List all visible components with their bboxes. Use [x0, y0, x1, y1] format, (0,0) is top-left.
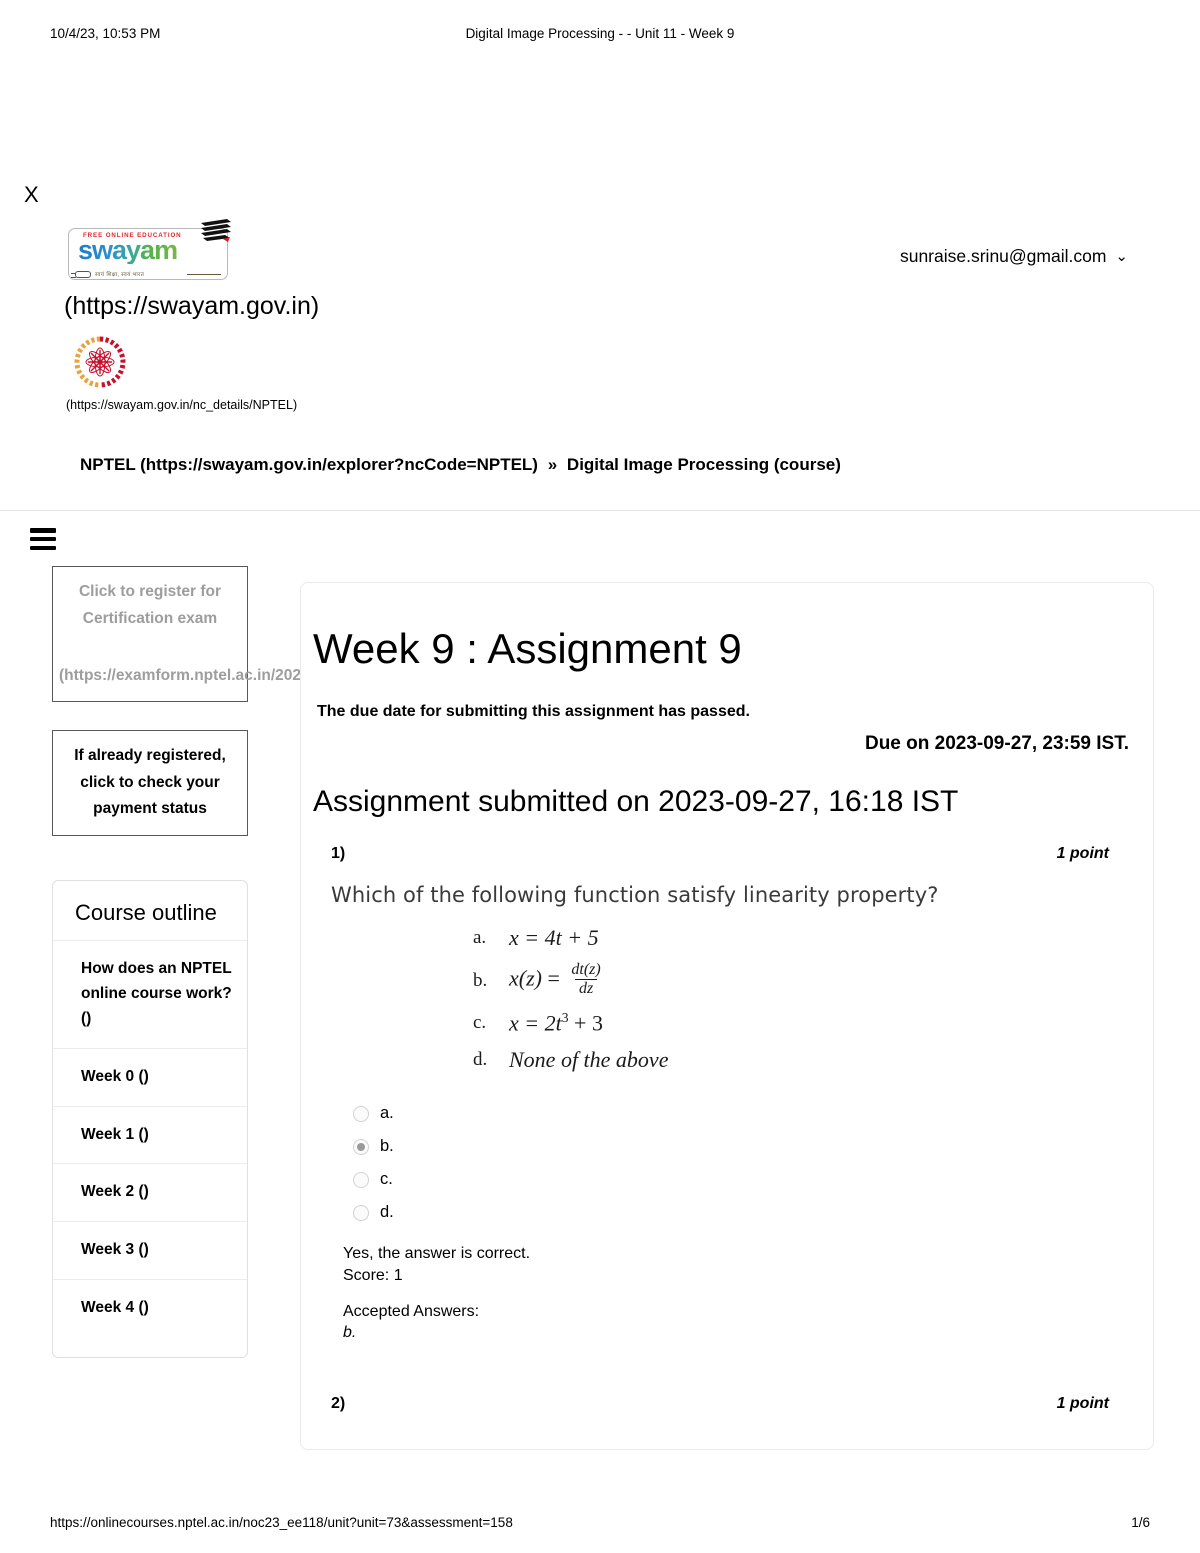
- radio-a-icon[interactable]: [353, 1105, 369, 1122]
- question-1-points: 1 point: [1056, 845, 1109, 862]
- question-1-header: 1) 1 point: [331, 845, 1135, 871]
- question-1-feedback: Yes, the answer is correct. Score: 1 Acc…: [343, 1243, 1135, 1343]
- option-b-letter: b.: [473, 969, 488, 991]
- nptel-emblem-icon: [74, 336, 126, 388]
- sidebar-item-week-1[interactable]: Week 1 (): [53, 1105, 247, 1164]
- radio-b-icon[interactable]: [353, 1138, 369, 1155]
- option-b-equals: =: [547, 965, 560, 991]
- option-a-formula: x = 4t + 5: [509, 925, 599, 950]
- assignment-card: Week 9 : Assignment 9 The due date for s…: [300, 582, 1154, 1450]
- sidebar: Click to register for Certification exam…: [52, 566, 511, 1358]
- account-menu[interactable]: sunraise.srinu@gmail.com ⌄: [900, 246, 1128, 267]
- header-divider: [0, 510, 1200, 511]
- breadcrumb-root-link[interactable]: NPTEL (https://swayam.gov.in/explorer?nc…: [80, 455, 538, 474]
- option-c-formula: x = 2t3 + 3: [509, 1010, 603, 1036]
- option-c-lhs: x = 2t: [509, 1010, 562, 1036]
- hamburger-bar: [30, 528, 56, 533]
- swayam-logo[interactable]: FREE ONLINE EDUCATION swayam स्वयं शिक्ष…: [68, 219, 231, 280]
- option-d: d. None of the above: [473, 1047, 1135, 1073]
- option-b-fraction: dt(z) dz: [567, 961, 604, 998]
- hamburger-bar: [30, 536, 56, 542]
- radio-option-c[interactable]: c.: [353, 1163, 1135, 1196]
- option-b-numerator: dt(z): [571, 961, 601, 978]
- option-a-letter: a.: [473, 927, 487, 948]
- course-outline-list: How does an NPTEL online course work? ()…: [53, 940, 247, 1336]
- register-certification-button[interactable]: Click to register for Certification exam…: [52, 566, 511, 702]
- question-1-text: Which of the following function satisfy …: [331, 883, 939, 907]
- option-c-letter: c.: [473, 1012, 487, 1034]
- sidebar-item-week-3[interactable]: Week 3 (): [53, 1221, 247, 1279]
- radio-c-icon[interactable]: [353, 1171, 369, 1188]
- print-document-title: Digital Image Processing - - Unit 11 - W…: [465, 26, 735, 41]
- question-2-points: 1 point: [1056, 1395, 1109, 1412]
- question-2-number: 2): [331, 1395, 346, 1412]
- radio-option-d[interactable]: d.: [353, 1196, 1135, 1229]
- print-header: 10/4/23, 10:53 PM Digital Image Processi…: [0, 26, 1200, 46]
- radio-a-label: a.: [380, 1104, 394, 1123]
- print-footer-url: https://onlinecourses.nptel.ac.in/noc23_…: [50, 1515, 513, 1530]
- nptel-logo[interactable]: [74, 336, 126, 393]
- printed-page: 10/4/23, 10:53 PM Digital Image Processi…: [0, 0, 1200, 1553]
- breadcrumb-separator: »: [547, 455, 558, 474]
- course-outline-panel: Course outline How does an NPTEL online …: [52, 879, 248, 1358]
- score-text: Score: 1: [343, 1266, 403, 1284]
- logo-rule: [187, 274, 221, 275]
- page-title: Week 9 : Assignment 9: [313, 625, 742, 672]
- radio-b-label: b.: [380, 1137, 394, 1156]
- option-b-lhs: x(z): [509, 965, 542, 991]
- swayam-url-link[interactable]: (https://swayam.gov.in): [64, 292, 319, 321]
- sidebar-item-how-course-works[interactable]: How does an NPTEL online course work? (): [53, 940, 247, 1047]
- question-1-radio-group: a. b. c. d.: [353, 1097, 1135, 1229]
- question-1-options: a. x = 4t + 5 b. x(z) = dt(z) dz c. x = …: [473, 925, 1135, 1073]
- option-a: a. x = 4t + 5: [473, 925, 1135, 951]
- breadcrumb-current[interactable]: Digital Image Processing (course): [567, 455, 841, 474]
- submission-status: Assignment submitted on 2023-09-27, 16:1…: [313, 785, 959, 818]
- sidebar-item-week-4[interactable]: Week 4 (): [53, 1279, 247, 1337]
- hamburger-bar: [30, 545, 56, 550]
- option-d-text: None of the above: [509, 1047, 669, 1073]
- nptel-url-link[interactable]: (https://swayam.gov.in/nc_details/NPTEL): [66, 398, 297, 412]
- question-1-number: 1): [331, 845, 346, 862]
- question-2: 2) 1 point: [331, 1395, 1135, 1421]
- breadcrumb: NPTEL (https://swayam.gov.in/explorer?nc…: [80, 455, 841, 475]
- close-icon[interactable]: X: [24, 184, 39, 206]
- chevron-down-icon: ⌄: [1115, 248, 1128, 265]
- plug-icon: [71, 270, 91, 278]
- accepted-answers-label: Accepted Answers:: [343, 1302, 480, 1320]
- due-on-text: Due on 2023-09-27, 23:59 IST.: [864, 733, 1129, 754]
- option-b-formula: x(z) = dt(z) dz: [509, 961, 607, 999]
- payment-status-label: If already registered, click to check yo…: [74, 747, 226, 818]
- swayam-logo-wordmark: swayam: [78, 235, 178, 265]
- print-footer-page: 1/6: [1131, 1515, 1150, 1530]
- option-c-rhs: + 3: [574, 1010, 603, 1036]
- option-c-exponent: 3: [561, 1010, 569, 1025]
- option-c: c. x = 2t3 + 3: [473, 1010, 1135, 1036]
- radio-d-icon[interactable]: [353, 1204, 369, 1221]
- account-email: sunraise.srinu@gmail.com: [899, 246, 1107, 266]
- payment-status-button[interactable]: If already registered, click to check yo…: [52, 730, 248, 836]
- radio-option-b[interactable]: b.: [353, 1130, 1135, 1163]
- radio-c-label: c.: [380, 1170, 393, 1189]
- accepted-answers-value: b.: [343, 1324, 357, 1342]
- result-text: Yes, the answer is correct.: [343, 1245, 531, 1263]
- radio-d-label: d.: [380, 1203, 394, 1222]
- hamburger-menu-icon[interactable]: [30, 528, 56, 550]
- due-date-notice: The due date for submitting this assignm…: [317, 703, 750, 720]
- sidebar-item-week-2[interactable]: Week 2 (): [53, 1163, 247, 1221]
- sidebar-item-week-0[interactable]: Week 0 (): [53, 1047, 247, 1106]
- course-outline-title: Course outline: [75, 899, 217, 925]
- swayam-logo-subtext: स्वयं शिक्षा, स्वयं भारत: [95, 272, 145, 278]
- option-b: b. x(z) = dt(z) dz: [473, 961, 1135, 999]
- question-2-header: 2) 1 point: [331, 1395, 1135, 1421]
- radio-option-a[interactable]: a.: [353, 1097, 1135, 1130]
- question-1: 1) 1 point Which of the following functi…: [331, 845, 1135, 1344]
- option-b-denominator: dz: [574, 979, 598, 998]
- books-icon: [201, 219, 231, 242]
- option-d-letter: d.: [473, 1049, 488, 1071]
- register-certification-label: Click to register for Certification exam: [78, 583, 222, 627]
